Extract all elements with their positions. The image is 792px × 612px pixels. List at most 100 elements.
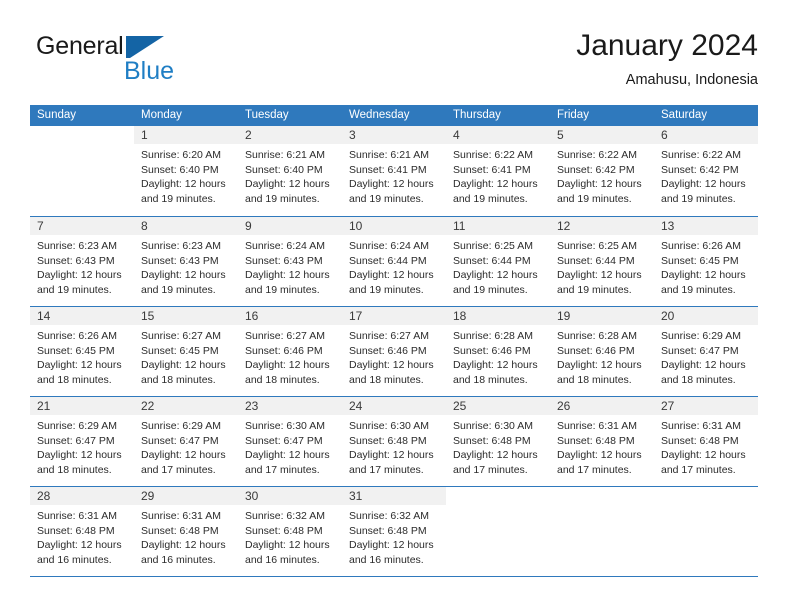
calendar-cell: 2 Sunrise: 6:21 AM Sunset: 6:40 PM Daylight… bbox=[238, 126, 342, 216]
daylight-text-line2: and 16 minutes. bbox=[141, 553, 216, 566]
daylight-text-line2: and 18 minutes. bbox=[37, 373, 112, 386]
daylight-text-line1: Daylight: 12 hours bbox=[661, 178, 746, 191]
daylight-text-line1: Daylight: 12 hours bbox=[349, 539, 434, 552]
calendar-day[interactable]: 3 Sunrise: 6:21 AM Sunset: 6:41 PM Daylight… bbox=[342, 126, 446, 216]
calendar-day[interactable]: 28 Sunrise: 6:31 AM Sunset: 6:48 PM Dayligh… bbox=[30, 486, 134, 576]
calendar-day[interactable]: 11 Sunrise: 6:25 AM Sunset: 6:44 PM Dayligh… bbox=[446, 216, 550, 306]
calendar-day[interactable]: 31 Sunrise: 6:32 AM Sunset: 6:48 PM Dayligh… bbox=[342, 486, 446, 576]
daylight-text-line2: and 17 minutes. bbox=[141, 463, 216, 476]
calendar-day[interactable]: 12 Sunrise: 6:25 AM Sunset: 6:44 PM Dayligh… bbox=[550, 216, 654, 306]
day-details: Sunrise: 6:20 AM Sunset: 6:40 PM Daylight:… bbox=[134, 144, 238, 206]
calendar-cell: 18 Sunrise: 6:28 AM Sunset: 6:46 PM Dayligh… bbox=[446, 306, 550, 396]
day-number: 11 bbox=[446, 217, 550, 235]
weekday-header-wednesday: Wednesday bbox=[342, 105, 446, 126]
calendar-day[interactable]: 15 Sunrise: 6:27 AM Sunset: 6:45 PM Dayligh… bbox=[134, 306, 238, 396]
day-details: Sunrise: 6:24 AM Sunset: 6:43 PM Daylight:… bbox=[238, 235, 342, 297]
daylight-text-line2: and 19 minutes. bbox=[349, 192, 424, 205]
sunset-text: Sunset: 6:46 PM bbox=[557, 344, 635, 357]
calendar-day[interactable]: 29 Sunrise: 6:31 AM Sunset: 6:48 PM Dayligh… bbox=[134, 486, 238, 576]
calendar-bottom-rule-cell bbox=[654, 576, 758, 577]
sunset-text: Sunset: 6:43 PM bbox=[245, 254, 323, 267]
day-details: Sunrise: 6:31 AM Sunset: 6:48 PM Daylight:… bbox=[550, 415, 654, 477]
daylight-text-line2: and 16 minutes. bbox=[37, 553, 112, 566]
sunset-text: Sunset: 6:47 PM bbox=[37, 434, 115, 447]
calendar-day[interactable]: 22 Sunrise: 6:29 AM Sunset: 6:47 PM Dayligh… bbox=[134, 396, 238, 486]
day-number: 15 bbox=[134, 307, 238, 325]
sunrise-text: Sunrise: 6:25 AM bbox=[557, 240, 637, 252]
calendar-cell: 16 Sunrise: 6:27 AM Sunset: 6:46 PM Dayligh… bbox=[238, 306, 342, 396]
sunset-text: Sunset: 6:44 PM bbox=[349, 254, 427, 267]
calendar-day[interactable]: 25 Sunrise: 6:30 AM Sunset: 6:48 PM Dayligh… bbox=[446, 396, 550, 486]
sunrise-text: Sunrise: 6:31 AM bbox=[557, 420, 637, 432]
calendar-week-row: 28 Sunrise: 6:31 AM Sunset: 6:48 PM Dayligh… bbox=[30, 486, 758, 577]
calendar-day[interactable]: 9 Sunrise: 6:24 AM Sunset: 6:43 PM Daylight… bbox=[238, 216, 342, 306]
calendar-day[interactable]: 2 Sunrise: 6:21 AM Sunset: 6:40 PM Daylight… bbox=[238, 126, 342, 216]
day-details: Sunrise: 6:27 AM Sunset: 6:46 PM Daylight:… bbox=[238, 325, 342, 387]
calendar-day[interactable]: 10 Sunrise: 6:24 AM Sunset: 6:44 PM Dayligh… bbox=[342, 216, 446, 306]
sunrise-text: Sunrise: 6:27 AM bbox=[349, 330, 429, 342]
day-details: Sunrise: 6:29 AM Sunset: 6:47 PM Daylight:… bbox=[134, 415, 238, 477]
sunset-text: Sunset: 6:43 PM bbox=[141, 254, 219, 267]
daylight-text-line1: Daylight: 12 hours bbox=[141, 449, 226, 462]
sunset-text: Sunset: 6:48 PM bbox=[141, 524, 219, 537]
calendar-day[interactable]: 27 Sunrise: 6:31 AM Sunset: 6:48 PM Dayligh… bbox=[654, 396, 758, 486]
calendar-day[interactable]: 6 Sunrise: 6:22 AM Sunset: 6:42 PM Daylight… bbox=[654, 126, 758, 216]
calendar-day[interactable]: 26 Sunrise: 6:31 AM Sunset: 6:48 PM Dayligh… bbox=[550, 396, 654, 486]
calendar-day[interactable]: 1 Sunrise: 6:20 AM Sunset: 6:40 PM Daylight… bbox=[134, 126, 238, 216]
calendar-day[interactable]: 7 Sunrise: 6:23 AM Sunset: 6:43 PM Daylight… bbox=[30, 216, 134, 306]
day-details: Sunrise: 6:21 AM Sunset: 6:40 PM Daylight:… bbox=[238, 144, 342, 206]
daylight-text-line1: Daylight: 12 hours bbox=[349, 269, 434, 282]
sunrise-text: Sunrise: 6:22 AM bbox=[453, 149, 533, 161]
calendar-day[interactable]: 20 Sunrise: 6:29 AM Sunset: 6:47 PM Dayligh… bbox=[654, 306, 758, 396]
calendar-day[interactable]: 23 Sunrise: 6:30 AM Sunset: 6:47 PM Dayligh… bbox=[238, 396, 342, 486]
daylight-text-line2: and 18 minutes. bbox=[141, 373, 216, 386]
calendar-week-row: 21 Sunrise: 6:29 AM Sunset: 6:47 PM Dayligh… bbox=[30, 396, 758, 486]
calendar-day[interactable]: 13 Sunrise: 6:26 AM Sunset: 6:45 PM Dayligh… bbox=[654, 216, 758, 306]
daylight-text-line2: and 19 minutes. bbox=[557, 283, 632, 296]
calendar-day[interactable]: 30 Sunrise: 6:32 AM Sunset: 6:48 PM Dayligh… bbox=[238, 486, 342, 576]
calendar-day[interactable]: 19 Sunrise: 6:28 AM Sunset: 6:46 PM Dayligh… bbox=[550, 306, 654, 396]
calendar-day[interactable]: 8 Sunrise: 6:23 AM Sunset: 6:43 PM Daylight… bbox=[134, 216, 238, 306]
daylight-text-line1: Daylight: 12 hours bbox=[245, 359, 330, 372]
day-details: Sunrise: 6:28 AM Sunset: 6:46 PM Daylight:… bbox=[446, 325, 550, 387]
day-details: Sunrise: 6:30 AM Sunset: 6:48 PM Daylight:… bbox=[342, 415, 446, 477]
day-details: Sunrise: 6:29 AM Sunset: 6:47 PM Daylight:… bbox=[654, 325, 758, 387]
sunset-text: Sunset: 6:48 PM bbox=[349, 434, 427, 447]
sunset-text: Sunset: 6:40 PM bbox=[245, 163, 323, 176]
day-details: Sunrise: 6:24 AM Sunset: 6:44 PM Daylight:… bbox=[342, 235, 446, 297]
calendar-day[interactable]: 24 Sunrise: 6:30 AM Sunset: 6:48 PM Dayligh… bbox=[342, 396, 446, 486]
sunrise-text: Sunrise: 6:32 AM bbox=[349, 510, 429, 522]
daylight-text-line1: Daylight: 12 hours bbox=[661, 269, 746, 282]
daylight-text-line1: Daylight: 12 hours bbox=[557, 449, 642, 462]
daylight-text-line2: and 17 minutes. bbox=[557, 463, 632, 476]
calendar-cell: 28 Sunrise: 6:31 AM Sunset: 6:48 PM Dayligh… bbox=[30, 486, 134, 577]
calendar-day[interactable]: 16 Sunrise: 6:27 AM Sunset: 6:46 PM Dayligh… bbox=[238, 306, 342, 396]
calendar-day[interactable]: 5 Sunrise: 6:22 AM Sunset: 6:42 PM Daylight… bbox=[550, 126, 654, 216]
daylight-text-line2: and 19 minutes. bbox=[141, 283, 216, 296]
day-details: Sunrise: 6:32 AM Sunset: 6:48 PM Daylight:… bbox=[238, 505, 342, 567]
daylight-text-line1: Daylight: 12 hours bbox=[141, 269, 226, 282]
weekday-header-saturday: Saturday bbox=[654, 105, 758, 126]
day-details: Sunrise: 6:23 AM Sunset: 6:43 PM Daylight:… bbox=[134, 235, 238, 297]
calendar-day[interactable]: 21 Sunrise: 6:29 AM Sunset: 6:47 PM Dayligh… bbox=[30, 396, 134, 486]
sunrise-text: Sunrise: 6:22 AM bbox=[661, 149, 741, 161]
day-number: 24 bbox=[342, 397, 446, 415]
daylight-text-line2: and 19 minutes. bbox=[453, 283, 528, 296]
sunrise-text: Sunrise: 6:30 AM bbox=[453, 420, 533, 432]
calendar-day[interactable]: 18 Sunrise: 6:28 AM Sunset: 6:46 PM Dayligh… bbox=[446, 306, 550, 396]
daylight-text-line1: Daylight: 12 hours bbox=[349, 178, 434, 191]
day-number: 18 bbox=[446, 307, 550, 325]
daylight-text-line2: and 19 minutes. bbox=[661, 283, 736, 296]
day-details: Sunrise: 6:31 AM Sunset: 6:48 PM Daylight:… bbox=[654, 415, 758, 477]
calendar-cell: 26 Sunrise: 6:31 AM Sunset: 6:48 PM Dayligh… bbox=[550, 396, 654, 486]
sunset-text: Sunset: 6:46 PM bbox=[349, 344, 427, 357]
calendar-cell: 6 Sunrise: 6:22 AM Sunset: 6:42 PM Daylight… bbox=[654, 126, 758, 216]
calendar-day[interactable]: 14 Sunrise: 6:26 AM Sunset: 6:45 PM Dayligh… bbox=[30, 306, 134, 396]
daylight-text-line1: Daylight: 12 hours bbox=[557, 359, 642, 372]
day-number: 6 bbox=[654, 126, 758, 144]
calendar-day[interactable]: 4 Sunrise: 6:22 AM Sunset: 6:41 PM Daylight… bbox=[446, 126, 550, 216]
calendar-cell: 4 Sunrise: 6:22 AM Sunset: 6:41 PM Daylight… bbox=[446, 126, 550, 216]
brand-logo[interactable]: General Blue bbox=[34, 30, 274, 90]
calendar-day[interactable]: 17 Sunrise: 6:27 AM Sunset: 6:46 PM Dayligh… bbox=[342, 306, 446, 396]
day-number: 23 bbox=[238, 397, 342, 415]
